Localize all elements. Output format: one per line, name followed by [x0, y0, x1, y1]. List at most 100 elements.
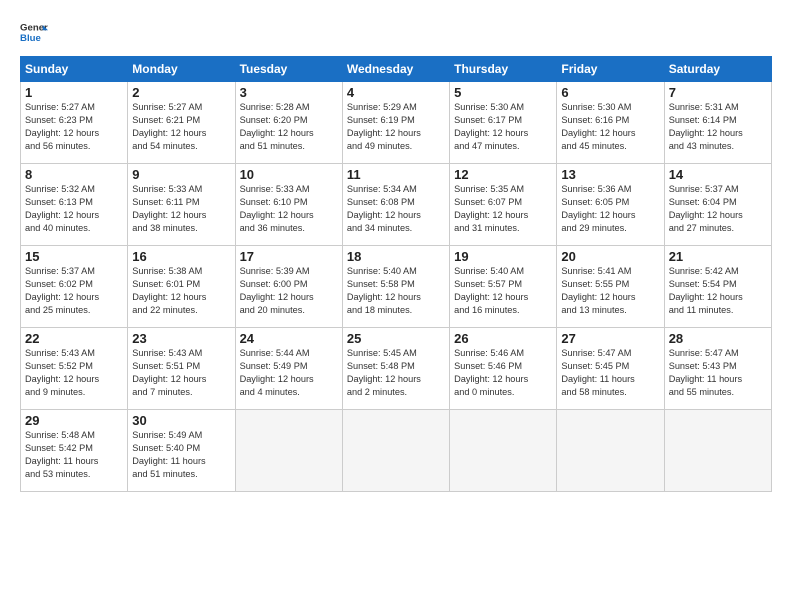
calendar-cell: 26Sunrise: 5:46 AM Sunset: 5:46 PM Dayli…: [450, 328, 557, 410]
weekday-header-cell: Monday: [128, 57, 235, 82]
cell-content: Sunrise: 5:33 AM Sunset: 6:11 PM Dayligh…: [132, 183, 230, 235]
day-number: 1: [25, 85, 123, 100]
day-number: 5: [454, 85, 552, 100]
calendar-cell: 22Sunrise: 5:43 AM Sunset: 5:52 PM Dayli…: [21, 328, 128, 410]
day-number: 16: [132, 249, 230, 264]
weekday-header-cell: Friday: [557, 57, 664, 82]
calendar-cell: [450, 410, 557, 492]
cell-content: Sunrise: 5:29 AM Sunset: 6:19 PM Dayligh…: [347, 101, 445, 153]
day-number: 20: [561, 249, 659, 264]
cell-content: Sunrise: 5:43 AM Sunset: 5:51 PM Dayligh…: [132, 347, 230, 399]
calendar-cell: [342, 410, 449, 492]
day-number: 6: [561, 85, 659, 100]
weekday-header-cell: Sunday: [21, 57, 128, 82]
calendar-cell: 8Sunrise: 5:32 AM Sunset: 6:13 PM Daylig…: [21, 164, 128, 246]
day-number: 13: [561, 167, 659, 182]
cell-content: Sunrise: 5:49 AM Sunset: 5:40 PM Dayligh…: [132, 429, 230, 481]
day-number: 17: [240, 249, 338, 264]
calendar-cell: 28Sunrise: 5:47 AM Sunset: 5:43 PM Dayli…: [664, 328, 771, 410]
calendar-cell: 1Sunrise: 5:27 AM Sunset: 6:23 PM Daylig…: [21, 82, 128, 164]
table-row: 1Sunrise: 5:27 AM Sunset: 6:23 PM Daylig…: [21, 82, 772, 164]
day-number: 26: [454, 331, 552, 346]
cell-content: Sunrise: 5:40 AM Sunset: 5:58 PM Dayligh…: [347, 265, 445, 317]
calendar-cell: [235, 410, 342, 492]
header: General Blue: [20, 18, 772, 46]
calendar-cell: 16Sunrise: 5:38 AM Sunset: 6:01 PM Dayli…: [128, 246, 235, 328]
day-number: 10: [240, 167, 338, 182]
weekday-header-cell: Saturday: [664, 57, 771, 82]
page: General Blue SundayMondayTuesdayWednesda…: [0, 0, 792, 502]
calendar-cell: 12Sunrise: 5:35 AM Sunset: 6:07 PM Dayli…: [450, 164, 557, 246]
day-number: 2: [132, 85, 230, 100]
weekday-header-cell: Tuesday: [235, 57, 342, 82]
calendar-cell: 17Sunrise: 5:39 AM Sunset: 6:00 PM Dayli…: [235, 246, 342, 328]
day-number: 30: [132, 413, 230, 428]
table-row: 15Sunrise: 5:37 AM Sunset: 6:02 PM Dayli…: [21, 246, 772, 328]
cell-content: Sunrise: 5:45 AM Sunset: 5:48 PM Dayligh…: [347, 347, 445, 399]
cell-content: Sunrise: 5:47 AM Sunset: 5:45 PM Dayligh…: [561, 347, 659, 399]
day-number: 14: [669, 167, 767, 182]
calendar-cell: 7Sunrise: 5:31 AM Sunset: 6:14 PM Daylig…: [664, 82, 771, 164]
cell-content: Sunrise: 5:27 AM Sunset: 6:23 PM Dayligh…: [25, 101, 123, 153]
weekday-header-cell: Wednesday: [342, 57, 449, 82]
day-number: 15: [25, 249, 123, 264]
day-number: 25: [347, 331, 445, 346]
cell-content: Sunrise: 5:31 AM Sunset: 6:14 PM Dayligh…: [669, 101, 767, 153]
day-number: 8: [25, 167, 123, 182]
logo-icon: General Blue: [20, 18, 48, 46]
calendar-cell: 29Sunrise: 5:48 AM Sunset: 5:42 PM Dayli…: [21, 410, 128, 492]
calendar-cell: 15Sunrise: 5:37 AM Sunset: 6:02 PM Dayli…: [21, 246, 128, 328]
table-row: 22Sunrise: 5:43 AM Sunset: 5:52 PM Dayli…: [21, 328, 772, 410]
day-number: 9: [132, 167, 230, 182]
cell-content: Sunrise: 5:35 AM Sunset: 6:07 PM Dayligh…: [454, 183, 552, 235]
calendar-cell: 24Sunrise: 5:44 AM Sunset: 5:49 PM Dayli…: [235, 328, 342, 410]
calendar-cell: 25Sunrise: 5:45 AM Sunset: 5:48 PM Dayli…: [342, 328, 449, 410]
calendar-cell: 18Sunrise: 5:40 AM Sunset: 5:58 PM Dayli…: [342, 246, 449, 328]
cell-content: Sunrise: 5:46 AM Sunset: 5:46 PM Dayligh…: [454, 347, 552, 399]
day-number: 23: [132, 331, 230, 346]
calendar-cell: 19Sunrise: 5:40 AM Sunset: 5:57 PM Dayli…: [450, 246, 557, 328]
cell-content: Sunrise: 5:27 AM Sunset: 6:21 PM Dayligh…: [132, 101, 230, 153]
cell-content: Sunrise: 5:37 AM Sunset: 6:02 PM Dayligh…: [25, 265, 123, 317]
day-number: 12: [454, 167, 552, 182]
day-number: 22: [25, 331, 123, 346]
cell-content: Sunrise: 5:48 AM Sunset: 5:42 PM Dayligh…: [25, 429, 123, 481]
calendar-cell: 10Sunrise: 5:33 AM Sunset: 6:10 PM Dayli…: [235, 164, 342, 246]
cell-content: Sunrise: 5:40 AM Sunset: 5:57 PM Dayligh…: [454, 265, 552, 317]
day-number: 21: [669, 249, 767, 264]
calendar-cell: 27Sunrise: 5:47 AM Sunset: 5:45 PM Dayli…: [557, 328, 664, 410]
day-number: 3: [240, 85, 338, 100]
calendar-cell: 14Sunrise: 5:37 AM Sunset: 6:04 PM Dayli…: [664, 164, 771, 246]
day-number: 27: [561, 331, 659, 346]
table-row: 29Sunrise: 5:48 AM Sunset: 5:42 PM Dayli…: [21, 410, 772, 492]
day-number: 28: [669, 331, 767, 346]
cell-content: Sunrise: 5:38 AM Sunset: 6:01 PM Dayligh…: [132, 265, 230, 317]
calendar-cell: 23Sunrise: 5:43 AM Sunset: 5:51 PM Dayli…: [128, 328, 235, 410]
cell-content: Sunrise: 5:32 AM Sunset: 6:13 PM Dayligh…: [25, 183, 123, 235]
table-row: 8Sunrise: 5:32 AM Sunset: 6:13 PM Daylig…: [21, 164, 772, 246]
calendar-cell: 2Sunrise: 5:27 AM Sunset: 6:21 PM Daylig…: [128, 82, 235, 164]
cell-content: Sunrise: 5:34 AM Sunset: 6:08 PM Dayligh…: [347, 183, 445, 235]
day-number: 29: [25, 413, 123, 428]
svg-text:Blue: Blue: [20, 33, 41, 44]
cell-content: Sunrise: 5:43 AM Sunset: 5:52 PM Dayligh…: [25, 347, 123, 399]
cell-content: Sunrise: 5:30 AM Sunset: 6:16 PM Dayligh…: [561, 101, 659, 153]
weekday-header-row: SundayMondayTuesdayWednesdayThursdayFrid…: [21, 57, 772, 82]
calendar-table: SundayMondayTuesdayWednesdayThursdayFrid…: [20, 56, 772, 492]
weekday-header-cell: Thursday: [450, 57, 557, 82]
day-number: 18: [347, 249, 445, 264]
calendar-cell: [664, 410, 771, 492]
cell-content: Sunrise: 5:33 AM Sunset: 6:10 PM Dayligh…: [240, 183, 338, 235]
cell-content: Sunrise: 5:28 AM Sunset: 6:20 PM Dayligh…: [240, 101, 338, 153]
cell-content: Sunrise: 5:36 AM Sunset: 6:05 PM Dayligh…: [561, 183, 659, 235]
cell-content: Sunrise: 5:44 AM Sunset: 5:49 PM Dayligh…: [240, 347, 338, 399]
cell-content: Sunrise: 5:47 AM Sunset: 5:43 PM Dayligh…: [669, 347, 767, 399]
calendar-cell: 30Sunrise: 5:49 AM Sunset: 5:40 PM Dayli…: [128, 410, 235, 492]
calendar-cell: [557, 410, 664, 492]
calendar-cell: 20Sunrise: 5:41 AM Sunset: 5:55 PM Dayli…: [557, 246, 664, 328]
logo: General Blue: [20, 18, 48, 46]
cell-content: Sunrise: 5:37 AM Sunset: 6:04 PM Dayligh…: [669, 183, 767, 235]
calendar-cell: 4Sunrise: 5:29 AM Sunset: 6:19 PM Daylig…: [342, 82, 449, 164]
day-number: 11: [347, 167, 445, 182]
cell-content: Sunrise: 5:39 AM Sunset: 6:00 PM Dayligh…: [240, 265, 338, 317]
